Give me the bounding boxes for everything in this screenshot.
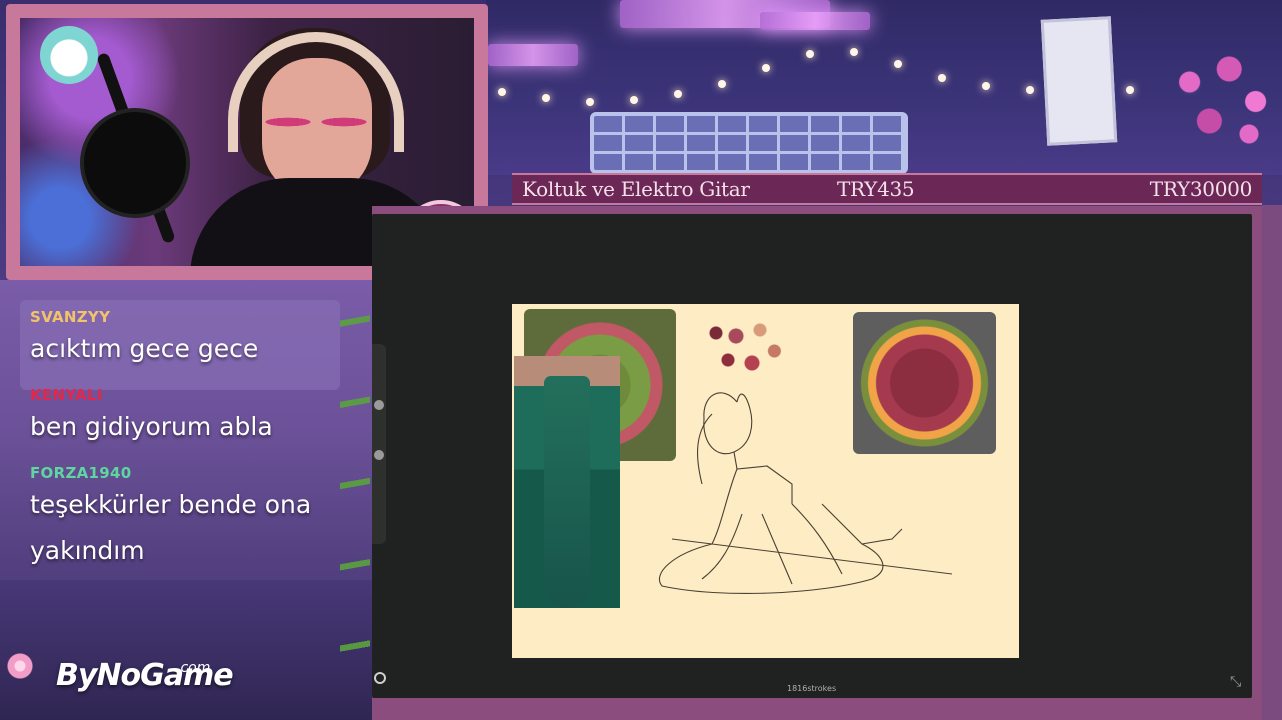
chat-overlay: SVANZYY acıktım gece gece KENYALI ben gi… [30, 308, 350, 588]
chat-text: teşekkürler bende ona yakındım [30, 490, 312, 565]
chat-username: FORZA1940 [30, 464, 132, 482]
reference-petals [704, 318, 784, 378]
collapse-icon[interactable]: ⤡ [1230, 674, 1241, 690]
tool-rail[interactable] [372, 344, 386, 544]
chat-text: acıktım gece gece [30, 334, 259, 363]
opacity-handle[interactable] [374, 450, 384, 460]
goal-target-amount: TRY30000 [1149, 177, 1253, 201]
background-flowers [1150, 30, 1282, 160]
canvas-frame: 1816strokes ⤡ [372, 206, 1262, 720]
circle-tool-icon[interactable] [374, 672, 386, 684]
chat-message: KENYALI ben gidiyorum abla [30, 386, 350, 450]
sakura-icon [4, 650, 36, 682]
goal-item-name: Koltuk ve Elektro Gitar [522, 177, 750, 201]
reference-photo-dish [853, 312, 996, 454]
pop-filter [80, 108, 190, 218]
reference-photo-dress [514, 356, 620, 608]
chat-text: ben gidiyorum abla [30, 412, 273, 441]
stroke-counter: 1816strokes [787, 684, 837, 693]
mascot-icon [40, 26, 98, 84]
reference-sheet [512, 304, 1019, 658]
brush-size-handle[interactable] [374, 400, 384, 410]
sunglasses [260, 106, 372, 138]
neon-light-3 [760, 12, 870, 30]
background-window [590, 112, 908, 174]
donation-goal-bar: Koltuk ve Elektro Gitar TRY435 TRY30000 [512, 173, 1262, 205]
chat-username: SVANZYY [30, 308, 111, 326]
chat-message: FORZA1940 teşekkürler bende ona yakındım [30, 464, 350, 574]
goal-current-amount: TRY435 [837, 177, 915, 201]
chat-message: SVANZYY acıktım gece gece [30, 308, 350, 372]
sponsor-logo-suffix: .com [176, 660, 211, 676]
chat-username: KENYALI [30, 386, 103, 404]
background-poster [1040, 16, 1118, 146]
drawing-canvas[interactable]: 1816strokes ⤡ [372, 214, 1252, 698]
right-border-strip [1262, 205, 1282, 720]
